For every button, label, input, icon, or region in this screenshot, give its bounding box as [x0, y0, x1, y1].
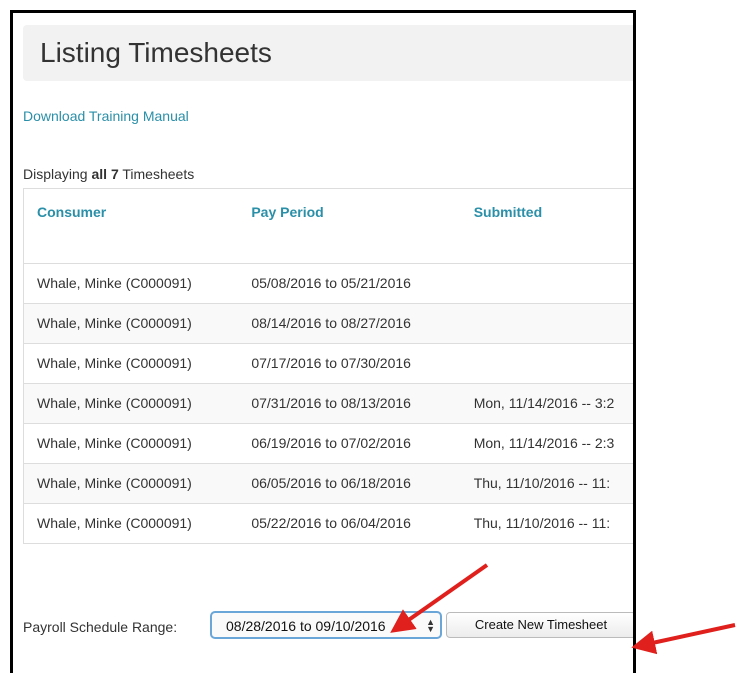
table-row[interactable]: Whale, Minke (C000091) 08/14/2016 to 08/2… [24, 303, 633, 344]
cell-pay-period: 05/08/2016 to 05/21/2016 [251, 263, 474, 304]
cell-pay-period: 08/14/2016 to 08/27/2016 [251, 303, 474, 344]
cell-consumer: Whale, Minke (C000091) [24, 503, 252, 544]
page-title: Listing Timesheets [40, 37, 272, 68]
payroll-schedule-select[interactable]: 08/28/2016 to 09/10/2016 ▲ ▼ [210, 611, 442, 639]
table-row[interactable]: Whale, Minke (C000091) 05/22/2016 to 06/0… [24, 503, 633, 544]
page-frame: Listing Timesheets Download Training Man… [10, 10, 636, 673]
cell-submitted [473, 303, 633, 344]
cell-submitted [473, 343, 633, 384]
cell-pay-period: 07/31/2016 to 08/13/2016 [251, 383, 474, 424]
cell-consumer: Whale, Minke (C000091) [24, 463, 252, 504]
cell-pay-period: 06/19/2016 to 07/02/2016 [251, 423, 474, 464]
cell-pay-period: 05/22/2016 to 06/04/2016 [251, 503, 474, 544]
displaying-prefix: Displaying [23, 166, 92, 182]
column-header-pay-period[interactable]: Pay Period [251, 189, 474, 264]
table-row[interactable]: Whale, Minke (C000091) 05/08/2016 to 05/2… [24, 263, 633, 304]
cell-submitted: Thu, 11/10/2016 -- 11: [473, 503, 633, 544]
displaying-count-value: all 7 [91, 166, 119, 182]
timesheets-table: Consumer Pay Period Submitted Whale, Min… [24, 189, 633, 544]
cell-submitted: Mon, 11/14/2016 -- 2:3 [473, 423, 633, 464]
displaying-suffix: Timesheets [118, 166, 195, 182]
table-row[interactable]: Whale, Minke (C000091) 06/05/2016 to 06/1… [24, 463, 633, 504]
column-header-submitted[interactable]: Submitted [473, 189, 633, 264]
cell-submitted: Thu, 11/10/2016 -- 11: [473, 463, 633, 504]
cell-consumer: Whale, Minke (C000091) [24, 343, 252, 384]
timesheets-table-wrapper: Consumer Pay Period Submitted Whale, Min… [23, 188, 633, 544]
arrow-to-button-icon [631, 623, 736, 655]
cell-submitted [473, 263, 633, 304]
column-header-consumer[interactable]: Consumer [24, 189, 252, 264]
displaying-count: Displaying all 7 Timesheets [23, 166, 194, 182]
cell-consumer: Whale, Minke (C000091) [24, 303, 252, 344]
table-body: Whale, Minke (C000091) 05/08/2016 to 05/2… [24, 263, 633, 544]
cell-consumer: Whale, Minke (C000091) [24, 423, 252, 464]
create-new-timesheet-button[interactable]: Create New Timesheet [446, 612, 633, 638]
table-row[interactable]: Whale, Minke (C000091) 07/17/2016 to 07/3… [24, 343, 633, 384]
cell-consumer: Whale, Minke (C000091) [24, 263, 252, 304]
table-row[interactable]: Whale, Minke (C000091) 07/31/2016 to 08/1… [24, 383, 633, 424]
cell-consumer: Whale, Minke (C000091) [24, 383, 252, 424]
select-updown-icon: ▲ ▼ [426, 617, 435, 634]
table-row[interactable]: Whale, Minke (C000091) 06/19/2016 to 07/0… [24, 423, 633, 464]
cell-pay-period: 07/17/2016 to 07/30/2016 [251, 343, 474, 384]
download-manual-link[interactable]: Download Training Manual [23, 108, 189, 124]
title-bar: Listing Timesheets [23, 25, 633, 81]
payroll-selected-value: 08/28/2016 to 09/10/2016 [226, 618, 386, 634]
cell-submitted: Mon, 11/14/2016 -- 3:2 [473, 383, 633, 424]
cell-pay-period: 06/05/2016 to 06/18/2016 [251, 463, 474, 504]
table-header-row: Consumer Pay Period Submitted [24, 189, 633, 264]
screenshot-stage: Listing Timesheets Download Training Man… [0, 0, 743, 673]
payroll-schedule-label: Payroll Schedule Range: [23, 619, 178, 635]
